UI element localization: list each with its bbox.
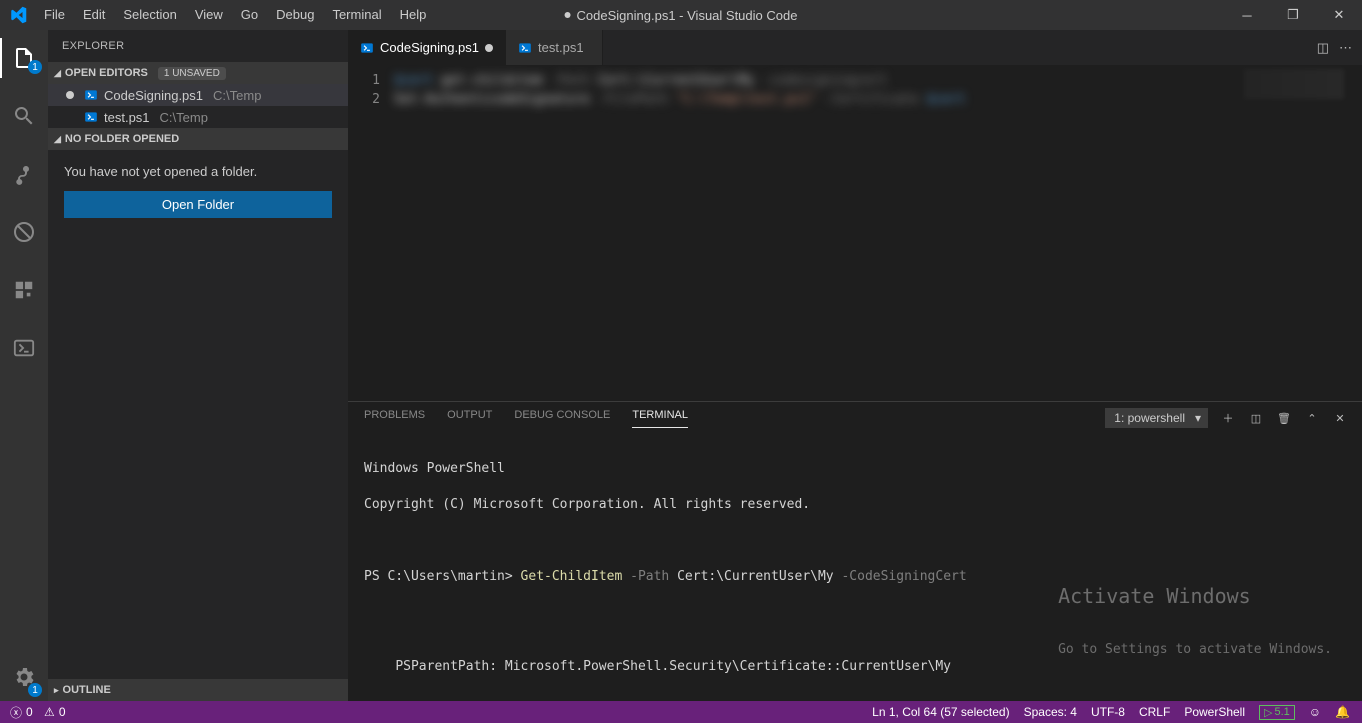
menu-help[interactable]: Help: [391, 0, 436, 30]
panel-tab-output[interactable]: OUTPUT: [447, 409, 492, 427]
terminal-output[interactable]: Windows PowerShell Copyright (C) Microso…: [348, 434, 1362, 701]
windows-watermark: Activate Windows Go to Settings to activ…: [1058, 551, 1332, 695]
terminal-selector[interactable]: 1: powershell: [1105, 408, 1208, 428]
panel-tab-problems[interactable]: PROBLEMS: [364, 409, 425, 427]
menu-debug[interactable]: Debug: [267, 0, 323, 30]
panel-tabs: PROBLEMS OUTPUT DEBUG CONSOLE TERMINAL 1…: [348, 402, 1362, 434]
outline-header[interactable]: ▸ OUTLINE: [48, 679, 348, 701]
minimap[interactable]: [1244, 69, 1344, 99]
close-button[interactable]: ✕: [1316, 0, 1362, 30]
title-bar: File Edit Selection View Go Debug Termin…: [0, 0, 1362, 30]
tab-codesigning[interactable]: CodeSigning.ps1: [348, 30, 506, 65]
code-content: $cert get-childitem -Path Cert:\CurrentU…: [394, 65, 965, 401]
menu-file[interactable]: File: [35, 0, 74, 30]
open-editor-item[interactable]: test.ps1 C:\Temp: [48, 106, 348, 128]
activity-bar: 1 1: [0, 30, 48, 701]
line-gutter: 1 2: [348, 65, 394, 401]
panel-tab-terminal[interactable]: TERMINAL: [632, 409, 688, 428]
more-icon[interactable]: ⋯: [1339, 40, 1352, 56]
dirty-dot-icon: [485, 44, 493, 52]
panel-tab-debug[interactable]: DEBUG CONSOLE: [514, 409, 610, 427]
menu-go[interactable]: Go: [232, 0, 267, 30]
settings-badge: 1: [28, 683, 42, 697]
status-spaces[interactable]: Spaces: 4: [1024, 705, 1077, 719]
menu-edit[interactable]: Edit: [74, 0, 114, 30]
explorer-badge: 1: [28, 60, 42, 74]
nofolder-header[interactable]: ◢ NO FOLDER OPENED: [48, 128, 348, 150]
powershell-file-icon: [518, 41, 532, 55]
dirty-dot-icon: [66, 91, 74, 99]
menu-view[interactable]: View: [186, 0, 232, 30]
new-terminal-icon[interactable]: ＋: [1220, 410, 1236, 426]
status-lncol[interactable]: Ln 1, Col 64 (57 selected): [872, 705, 1009, 719]
minimize-button[interactable]: ─: [1224, 0, 1270, 30]
activity-settings[interactable]: 1: [0, 661, 48, 701]
chevron-down-icon: ◢: [54, 134, 61, 145]
activity-extensions[interactable]: [0, 270, 48, 310]
vscode-logo-icon: [0, 6, 35, 24]
powershell-file-icon: [84, 110, 98, 124]
status-encoding[interactable]: UTF-8: [1091, 705, 1125, 719]
status-language[interactable]: PowerShell: [1184, 705, 1245, 719]
activity-explorer[interactable]: 1: [0, 38, 48, 78]
tab-test[interactable]: test.ps1: [506, 30, 603, 65]
editor-area: CodeSigning.ps1 test.ps1 ◫ ⋯ 1 2 $cert g…: [348, 30, 1362, 701]
status-bar: ⓧ0 ⚠0 Ln 1, Col 64 (57 selected) Spaces:…: [0, 701, 1362, 723]
open-editor-item[interactable]: CodeSigning.ps1 C:\Temp: [48, 84, 348, 106]
nofolder-message: You have not yet opened a folder.: [64, 164, 332, 179]
dirty-dot-icon: [565, 12, 571, 18]
activity-search[interactable]: [0, 96, 48, 136]
chevron-right-icon: ▸: [54, 685, 59, 696]
powershell-file-icon: [84, 88, 98, 102]
chevron-down-icon: ◢: [54, 68, 61, 79]
status-bell-icon[interactable]: 🔔: [1335, 705, 1350, 719]
menu-terminal[interactable]: Terminal: [323, 0, 390, 30]
status-feedback-icon[interactable]: ☺: [1309, 705, 1321, 719]
split-editor-icon[interactable]: ◫: [1317, 40, 1329, 56]
window-title: CodeSigning.ps1 - Visual Studio Code: [565, 8, 798, 23]
code-editor[interactable]: 1 2 $cert get-childitem -Path Cert:\Curr…: [348, 65, 1362, 401]
maximize-panel-icon[interactable]: ⌃: [1304, 412, 1320, 425]
nofolder-body: You have not yet opened a folder. Open F…: [48, 150, 348, 232]
unsaved-badge: 1 UNSAVED: [158, 67, 226, 80]
powershell-file-icon: [360, 41, 374, 55]
close-panel-icon[interactable]: ✕: [1332, 412, 1348, 425]
activity-debug[interactable]: [0, 212, 48, 252]
menu-selection[interactable]: Selection: [114, 0, 185, 30]
maximize-button[interactable]: ❐: [1270, 0, 1316, 30]
window-controls: ─ ❐ ✕: [1224, 0, 1362, 30]
menu-bar: File Edit Selection View Go Debug Termin…: [35, 0, 435, 30]
sidebar-header: EXPLORER: [48, 30, 348, 62]
kill-terminal-icon[interactable]: 🗑: [1276, 412, 1292, 425]
editor-tabs: CodeSigning.ps1 test.ps1 ◫ ⋯: [348, 30, 1362, 65]
status-errors[interactable]: ⓧ0 ⚠0: [10, 704, 66, 721]
panel: PROBLEMS OUTPUT DEBUG CONSOLE TERMINAL 1…: [348, 401, 1362, 701]
activity-scm[interactable]: [0, 154, 48, 194]
sidebar: EXPLORER ◢ OPEN EDITORS 1 UNSAVED CodeSi…: [48, 30, 348, 701]
open-editors-header[interactable]: ◢ OPEN EDITORS 1 UNSAVED: [48, 62, 348, 84]
activity-powershell[interactable]: [0, 328, 48, 368]
status-eol[interactable]: CRLF: [1139, 705, 1170, 719]
open-folder-button[interactable]: Open Folder: [64, 191, 332, 218]
status-ps-version[interactable]: ▷5.1: [1259, 705, 1295, 720]
split-terminal-icon[interactable]: ◫: [1248, 412, 1264, 425]
